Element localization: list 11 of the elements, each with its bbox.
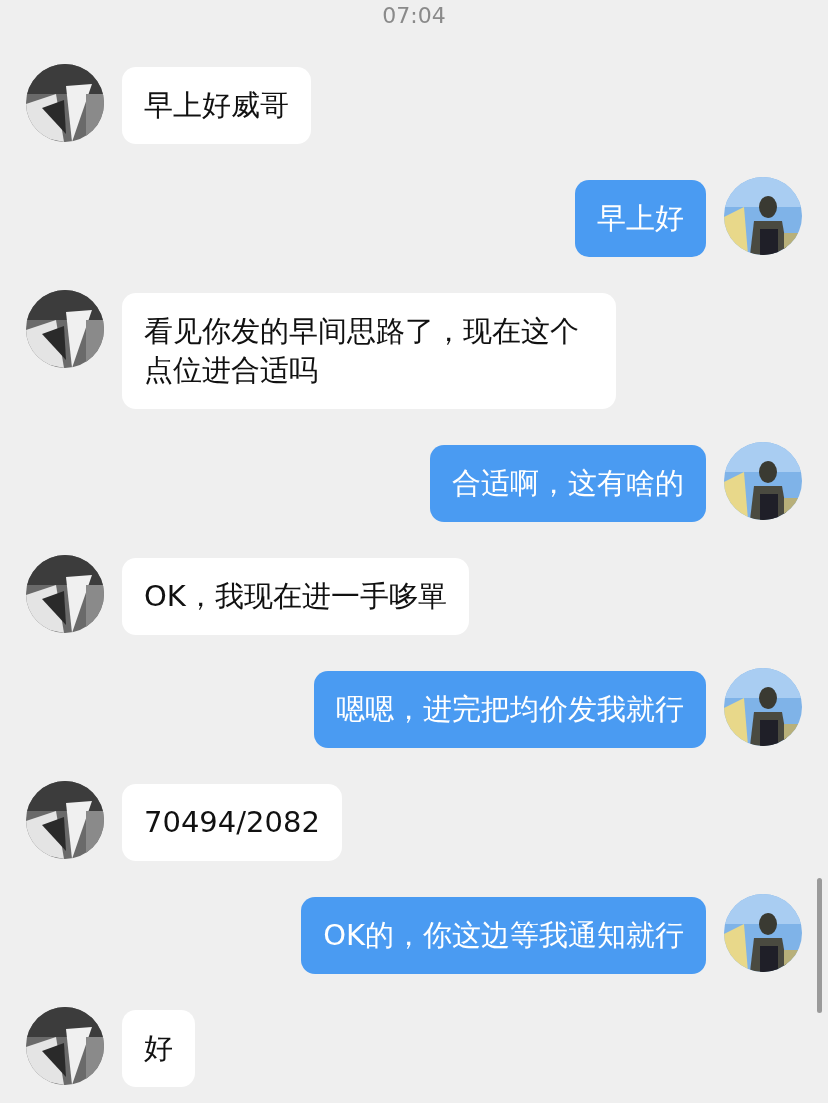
message-bubble: 早上好威哥 (122, 67, 311, 144)
message-bubble: 好 (122, 1010, 195, 1087)
message-bubble: OK，我现在进一手哆單 (122, 558, 469, 635)
message-bubble: 早上好 (575, 180, 706, 257)
scrollbar[interactable] (817, 878, 822, 1013)
timestamp: 07:04 (381, 2, 447, 30)
message-bubble: 看见你发的早间思路了，现在这个点位进合适吗 (122, 293, 616, 409)
message-bubble: 嗯嗯，进完把均价发我就行 (314, 671, 706, 748)
message-bubble: OK的，你这边等我通知就行 (301, 897, 706, 974)
message-bubble: 合适啊，这有啥的 (430, 445, 706, 522)
message-bubble: 70494/2082 (122, 784, 342, 861)
